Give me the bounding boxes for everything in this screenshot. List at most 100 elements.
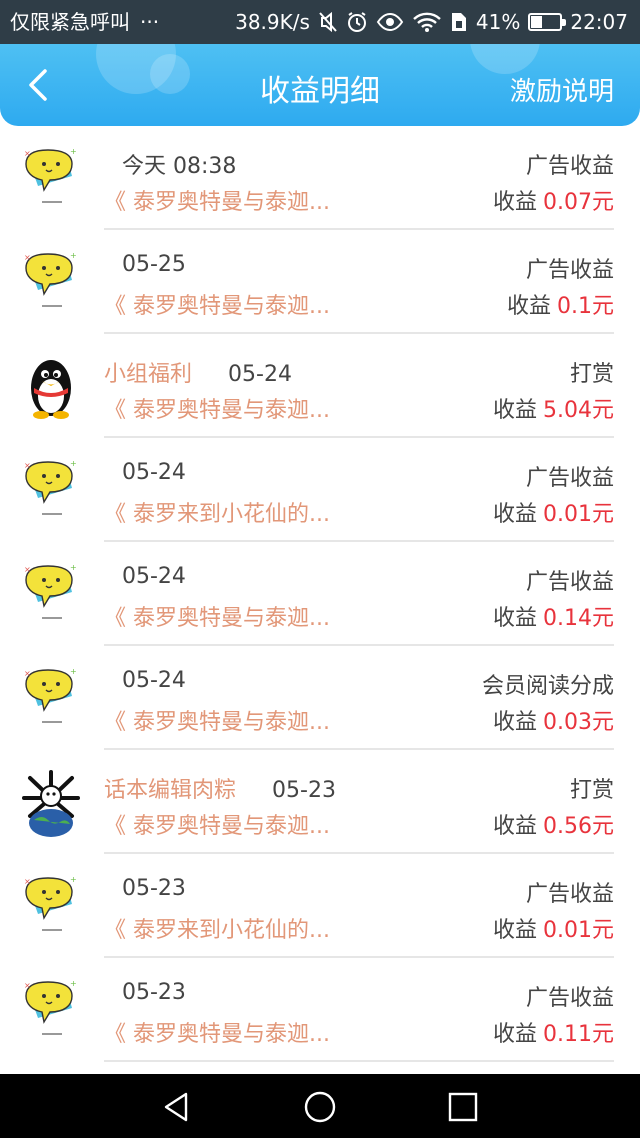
record-date: 05-24 [122, 460, 186, 485]
home-circle-icon[interactable] [303, 1090, 337, 1124]
book-title[interactable]: 《 泰罗奥特曼与泰迦... [104, 600, 330, 632]
avatar [22, 352, 80, 422]
avatar [22, 768, 80, 838]
row-meta: 05-23 [104, 876, 186, 901]
penguin-avatar-icon [22, 360, 80, 426]
earning-row[interactable]: 小组福利 05-24 《 泰罗奥特曼与泰迦... 打赏 收益 5.04元 [0, 334, 640, 438]
battery-icon [528, 13, 567, 31]
alarm-icon [346, 11, 368, 33]
chat-bubble-avatar-icon: × + [22, 459, 80, 530]
svg-text:×: × [24, 461, 31, 470]
book-title[interactable]: 《 泰罗奥特曼与泰迦... [104, 392, 330, 424]
income-label: 收益 [492, 502, 537, 527]
avatar: × + [22, 976, 80, 1046]
income-type: 广告收益 [525, 154, 614, 179]
earning-row[interactable]: × +05-23 《 泰罗奥特曼与泰迦... 广告收益 收益 0.11元 [0, 958, 640, 1062]
income-label: 收益 [492, 1022, 537, 1047]
row-meta: 话本编辑肉粽 05-23 [104, 772, 336, 804]
row-meta: 05-25 [104, 252, 186, 277]
row-meta: 05-24 [104, 460, 186, 485]
incentive-info-link[interactable]: 激励说明 [510, 44, 614, 126]
income-amount: 0.01元 [543, 918, 614, 943]
avatar: × + [22, 144, 80, 214]
income-label: 收益 [492, 398, 537, 423]
status-bar: 仅限紧急呼叫 ··· 38.9K/s 41% 22:07 [0, 0, 640, 44]
svg-text:+: + [70, 147, 77, 156]
avatar: × + [22, 664, 80, 734]
battery-percent: 41% [475, 10, 521, 34]
row-meta: 05-24 [104, 668, 186, 693]
earning-row[interactable]: × + 05-23 《 泰罗来到小花仙的... 广告收益收益 0.01元 [0, 854, 640, 958]
income-label: 收益 [492, 710, 537, 735]
back-triangle-icon[interactable] [160, 1090, 194, 1124]
status-left: 仅限紧急呼叫 ··· [10, 0, 159, 44]
income-type: 打赏 [569, 362, 614, 387]
income-amount: 0.03元 [543, 710, 614, 735]
svg-text:×: × [24, 981, 31, 990]
chat-bubble-avatar-icon: × + [22, 875, 80, 946]
earning-row[interactable]: × +05-24 《 泰罗奥特曼与泰迦... 会员阅读分成 收益 0.03元 [0, 646, 640, 750]
avatar: × + [22, 456, 80, 526]
book-title[interactable]: 《 泰罗来到小花仙的... [104, 912, 330, 944]
chat-bubble-avatar-icon: × + [22, 979, 80, 1050]
globe-avatar-icon [22, 770, 80, 842]
earning-row[interactable]: × +05-25 《 泰罗奥特曼与泰迦... 广告收益收益 0.1元 [0, 230, 640, 334]
username[interactable]: 话本编辑肉粽 [104, 778, 236, 803]
record-date: 05-24 [122, 668, 186, 693]
record-date: 05-24 [122, 564, 186, 589]
income-amount-line: 收益 0.01元 [493, 912, 614, 944]
earnings-list: × + 今天 08:38 《 泰罗奥特曼与泰迦... 广告收益 收益 0.07元 × +05-2… [0, 126, 640, 1062]
carrier-text: 仅限紧急呼叫 [10, 10, 130, 34]
earning-row[interactable]: × +05-24 《 泰罗来到小花仙的... 广告收益 收益 0.01元 [0, 438, 640, 542]
svg-text:+: + [70, 459, 77, 468]
income-amount: 0.01元 [543, 502, 614, 527]
book-title[interactable]: 《 泰罗奥特曼与泰迦... [104, 704, 330, 736]
income-label: 收益 [492, 190, 537, 215]
avatar: × + [22, 872, 80, 942]
income-label: 收益 [492, 918, 537, 943]
record-date: 05-23 [272, 778, 336, 803]
system-nav-bar [0, 1074, 640, 1138]
earning-row[interactable]: × + 今天 08:38 《 泰罗奥特曼与泰迦... 广告收益 收益 0.07元 [0, 126, 640, 230]
income-amount: 0.1元 [557, 294, 614, 319]
svg-text:+: + [70, 563, 77, 572]
svg-text:×: × [24, 565, 31, 574]
income-label: 收益 [492, 814, 537, 839]
row-divider [104, 1060, 614, 1062]
income-type: 广告收益 [525, 258, 614, 283]
income-amount-line: 收益 0.03元 [493, 704, 614, 736]
earning-row[interactable]: × +05-24 《 泰罗奥特曼与泰迦... 广告收益 收益 0.14元 [0, 542, 640, 646]
income-amount-line: 收益 0.07元 [493, 184, 614, 216]
eye-icon [376, 12, 404, 32]
sim-icon [450, 11, 468, 33]
book-title[interactable]: 《 泰罗来到小花仙的... [104, 496, 330, 528]
battery-fill [531, 16, 543, 28]
recents-square-icon[interactable] [446, 1090, 480, 1124]
row-meta: 05-24 [104, 564, 186, 589]
income-type: 广告收益 [525, 882, 614, 907]
app-header: 收益明细 激励说明 [0, 44, 640, 126]
income-amount-line: 收益 5.04元 [493, 392, 614, 424]
earning-row[interactable]: 话本编辑肉粽 05-23 《 泰罗奥特曼与泰迦... 打赏 收益 0.56元 [0, 750, 640, 854]
record-date: 05-23 [122, 980, 186, 1005]
chat-bubble-avatar-icon: × + [22, 563, 80, 634]
income-amount-line: 收益 0.01元 [493, 496, 614, 528]
income-type: 广告收益 [525, 466, 614, 491]
svg-text:+: + [70, 875, 77, 884]
mute-icon [318, 11, 338, 33]
book-title[interactable]: 《 泰罗奥特曼与泰迦... [104, 1016, 330, 1048]
income-type: 打赏 [569, 778, 614, 803]
income-amount: 5.04元 [543, 398, 614, 423]
username[interactable]: 小组福利 [104, 362, 192, 387]
svg-text:+: + [70, 251, 77, 260]
chat-bubble-avatar-icon: × + [22, 667, 80, 738]
income-amount: 0.07元 [543, 190, 614, 215]
book-title[interactable]: 《 泰罗奥特曼与泰迦... [104, 184, 330, 216]
network-speed: 38.9K/s [235, 10, 310, 34]
record-date: 05-23 [122, 876, 186, 901]
income-label: 收益 [506, 294, 551, 319]
svg-text:×: × [24, 253, 31, 262]
book-title[interactable]: 《 泰罗奥特曼与泰迦... [104, 808, 330, 840]
book-title[interactable]: 《 泰罗奥特曼与泰迦... [104, 288, 330, 320]
income-amount-line: 收益 0.1元 [507, 288, 614, 320]
